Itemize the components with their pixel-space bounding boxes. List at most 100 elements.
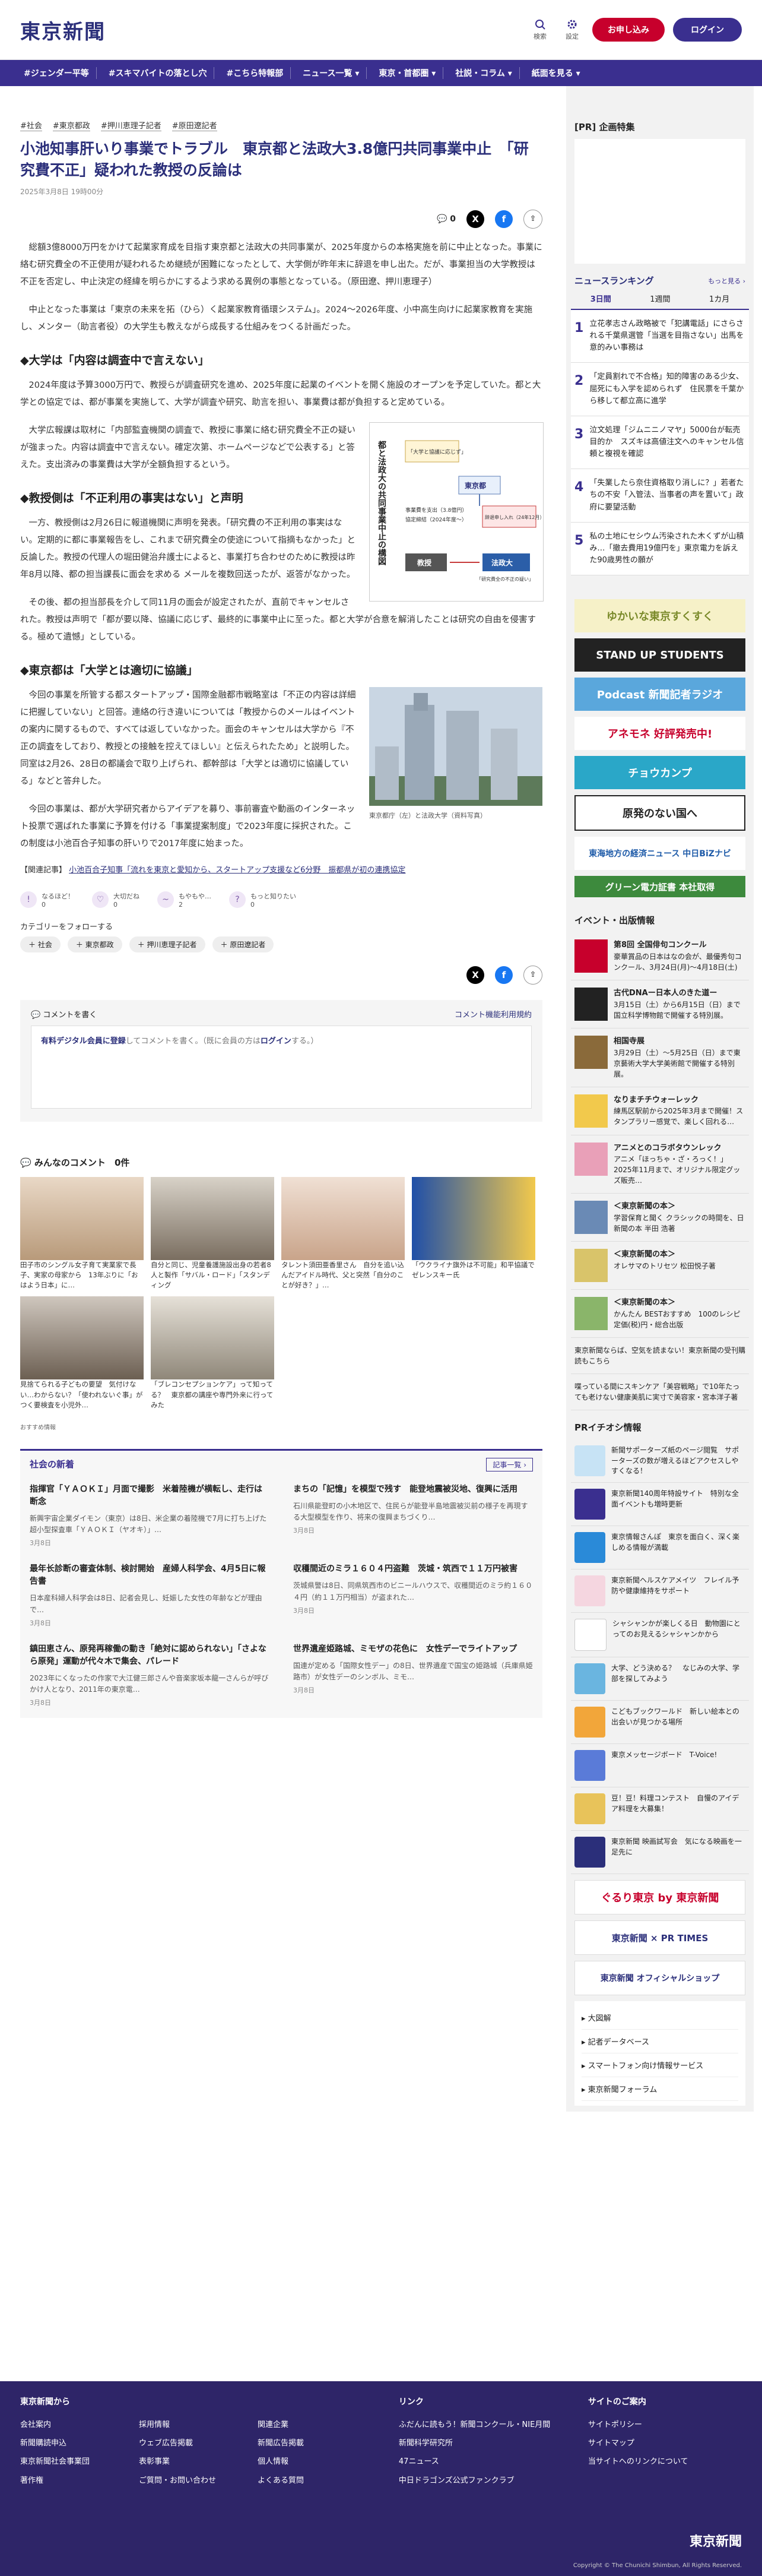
site-logo[interactable]: 東京新聞	[20, 15, 106, 45]
pr-item[interactable]: シャシャンかが楽しくる日 動物園にとってのお見えるシャシャンかから	[571, 1613, 749, 1658]
banner-sukusuku[interactable]: ゆかいな東京すくすく	[574, 599, 745, 633]
follow-chip[interactable]: ＋ 押川恵理子記者	[129, 936, 205, 952]
banner-choukanpu[interactable]: チョウカンプ	[574, 756, 745, 790]
login-button[interactable]: ログイン	[673, 18, 742, 42]
ranking-item[interactable]: 2 「定員割れで不合格」知的障害のある少女、屈死にも入学を認められず 住民票を千葉…	[571, 363, 749, 416]
tag-link[interactable]: #原田遼記者	[172, 119, 217, 131]
pr-item[interactable]: 東京情報さんぽ 東京を面白く、深く楽しめる情報が満載	[571, 1526, 749, 1570]
pr-feature-title[interactable]: [PR] 企画特集	[571, 110, 749, 139]
event-item[interactable]: なりまチチウォーレック 練馬区駅前から2025年3月まで開催！スタンプラリー感覚で…	[571, 1087, 749, 1135]
footer-link[interactable]: 個人情報	[258, 2452, 376, 2471]
ranking-more[interactable]: もっと見る ›	[708, 276, 745, 286]
reaction-button[interactable]: ! なるほど！ 0	[20, 891, 74, 909]
pr-item[interactable]: 東京メッセージボード T-Voice!	[571, 1744, 749, 1788]
pr-item[interactable]: 東京新聞ヘルスケアメイツ フレイル予防や健康維持をサポート	[571, 1569, 749, 1613]
banner-prtimes[interactable]: 東京新聞 × PR TIMES	[574, 1920, 745, 1955]
share-icon[interactable]: ⇪	[523, 209, 542, 229]
banner-gururi[interactable]: ぐるり東京 by 東京新聞	[574, 1880, 745, 1915]
pr-item[interactable]: 新聞サポーターズ紙のページ閲覧 サポーターズの数が増えるほどアクセスしやすくなる…	[571, 1439, 749, 1483]
tag-link[interactable]: #東京都政	[52, 119, 90, 131]
login-link[interactable]: ログイン	[261, 1037, 291, 1046]
event-item[interactable]: 相国寺展 3月29日（土）〜5月25日（日）まで東京藝術大学大学美術館で開催する特…	[571, 1028, 749, 1087]
comment-textarea[interactable]: 有料デジタル会員に登録してコメントを書く。（既に会員の方はログインする。）	[31, 1025, 532, 1109]
reaction-button[interactable]: ~ もやもや… 2	[157, 891, 211, 909]
signup-button[interactable]: お申し込み	[592, 18, 665, 42]
footer-link[interactable]: 採用情報	[139, 2416, 258, 2434]
news-item[interactable]: 指揮官「ＹＡＯＫＩ」月面で撮影 米着陸機が横転し、走行は断念 新興宇宙企業ダイモン…	[30, 1483, 269, 1548]
pr-item[interactable]: 豆！豆！料理コンテスト 自慢のアイデア料理を大募集！	[571, 1787, 749, 1831]
footer-link[interactable]: サイトマップ	[588, 2434, 742, 2452]
banner-anemone[interactable]: アネモネ 好評発売中!	[574, 717, 745, 751]
x-share-icon[interactable]: X	[466, 966, 484, 984]
x-share-icon[interactable]: X	[466, 210, 484, 228]
sidebar-link[interactable]: ▸ 東京新聞フォーラム	[582, 2077, 738, 2102]
footer-link[interactable]: 会社案内	[20, 2416, 139, 2434]
news-item[interactable]: 鎮田恵さん、原発再稼働の動き「絶対に認められない」「さよなら原発」運動が代々木で…	[30, 1643, 269, 1707]
follow-chip[interactable]: ＋ 社会	[20, 936, 61, 952]
ranking-tab[interactable]: 1週間	[650, 293, 670, 304]
footer-link[interactable]: 表彰事業	[139, 2452, 258, 2471]
pr-item[interactable]: 東京新聞140周年特設サイト 特別な全面イベントも増時更新	[571, 1483, 749, 1527]
footer-link[interactable]: 東京新聞社会事業団	[20, 2452, 139, 2471]
reaction-button[interactable]: ♡ 大切だね 0	[92, 891, 139, 909]
footer-link[interactable]: 新聞購読申込	[20, 2434, 139, 2452]
footer-link[interactable]: ご質問・お問い合わせ	[139, 2471, 258, 2490]
sidebar-link[interactable]: ▸ 記者データベース	[582, 2030, 738, 2054]
footer-link[interactable]: 著作権	[20, 2471, 139, 2490]
settings-button[interactable]: 設定	[560, 19, 584, 41]
nav-item[interactable]: #ジェンダー平等	[17, 67, 97, 79]
footer-link[interactable]: 新聞広告掲載	[258, 2434, 376, 2452]
photo-figure[interactable]: 東京都庁（左）と法政大学（資料写真）	[369, 686, 542, 820]
footer-logo[interactable]: 東京新聞	[690, 2531, 742, 2550]
banner-podcast[interactable]: Podcast 新聞記者ラジオ	[574, 678, 745, 711]
comment-count[interactable]: 💬 0	[437, 214, 456, 224]
pr-item[interactable]: こどもブックワールド 新しい絵本との出会いが見つかる場所	[571, 1701, 749, 1745]
news-item[interactable]: 最年长診断の審査体制、検討開始 産婦人科学会、4月5日に報告書 日本産科婦人科学会…	[30, 1563, 269, 1627]
banner-genpatsu[interactable]: 原発のない国へ	[574, 795, 745, 831]
reaction-button[interactable]: ? もっと知りたい 0	[229, 891, 296, 909]
nav-item[interactable]: #こちら特報部	[219, 67, 291, 79]
related-link[interactable]: 小池百合子知事「流れを東京と愛知から、スタートアップ支援など6分野 振都県が初の…	[69, 866, 405, 875]
footer-link[interactable]: ふだんに読もう！新聞コンクール・NIE月間	[399, 2416, 588, 2434]
nav-item[interactable]: 東京・首都圏 ▾	[372, 67, 444, 79]
news-item[interactable]: 世界遺産姫路城、ミモザの花色に 女性デーでライトアップ 国連が定める「国際女性デー…	[293, 1643, 533, 1707]
ranking-item[interactable]: 4 「失業したら奈住資格取り消しに？」若者たちの不安「入管法、当事者の声を置いて」…	[571, 469, 749, 523]
follow-chip[interactable]: ＋ 東京都政	[67, 936, 122, 952]
pr-item[interactable]: 東京新聞 映画試写会 気になる映画を一足先に	[571, 1831, 749, 1875]
nav-item[interactable]: 社説・コラム ▾	[448, 67, 520, 79]
footer-link[interactable]: よくある質問	[258, 2471, 376, 2490]
banner-bizunavi[interactable]: 東海地方の経済ニュース 中日BiZナビ	[574, 837, 745, 871]
ranking-item[interactable]: 5 私の土地にセシウム汚染された木くずが山積み…「撤去費用19億円を」東京電力を訴…	[571, 522, 749, 576]
facebook-share-icon[interactable]: f	[495, 210, 513, 228]
event-item[interactable]: 第8回 全国俳句コンクール 豪華賞品の日本はなの会が、最優秀句コンクール、3月24…	[571, 932, 749, 981]
search-button[interactable]: 検索	[528, 19, 552, 41]
recommend-card[interactable]: 「ウクライナ旗外は不可能」和平協議でゼレンスキー氏	[412, 1176, 535, 1291]
footer-link[interactable]: 当サイトへのリンクについて	[588, 2452, 742, 2471]
recommend-card[interactable]: 見捨てられる子どもの要望 気付けない…わからない？「使われないぐ事」がつく要検査…	[20, 1296, 144, 1410]
news-item[interactable]: まちの「記憶」を模型で残す 能登地震被災地、復興に活用 石川県能登町の小木地区で、…	[293, 1483, 533, 1548]
footer-link[interactable]: 新聞科学研究所	[399, 2434, 588, 2452]
event-item[interactable]: ＜東京新聞の本＞ オレサマのトリセツ 松田悦子著	[571, 1242, 749, 1290]
sidebar-link[interactable]: ▸ スマートフォン向け情報サービス	[582, 2053, 738, 2078]
banner-green[interactable]: グリーン電力証書 本社取得	[574, 876, 745, 898]
footer-link[interactable]: 中日ドラゴンズ公式ファンクラブ	[399, 2471, 588, 2490]
nav-item[interactable]: #スキマバイトの落とし穴	[101, 67, 215, 79]
nav-item[interactable]: ニュース一覧 ▾	[296, 67, 367, 79]
nav-item[interactable]: 紙面を見る ▾	[525, 67, 588, 79]
tag-link[interactable]: #社会	[20, 119, 42, 131]
event-item[interactable]: ＜東京新聞の本＞ かんたん BESTおすすめ 100のレシピ 定価(税)円・総合出…	[571, 1290, 749, 1338]
ranking-tab[interactable]: 3日間	[590, 293, 611, 304]
promo-item[interactable]: 喋っている間にスキンケア「美容戦略」で10年たっても老けない健康美肌に実寸で美容…	[571, 1374, 749, 1411]
diagram-figure[interactable]: 都と法政大の共同事業中止の構図 「大学と協議に応じず」 東京都 事業費を支出（3…	[369, 422, 544, 604]
pr-item[interactable]: 大学、どう決める？ なじみの大学、学部を探してみよう	[571, 1657, 749, 1701]
tag-link[interactable]: #押川恵理子記者	[100, 119, 161, 131]
register-link[interactable]: 有料デジタル会員に登録	[41, 1037, 126, 1046]
share-icon[interactable]: ⇪	[523, 965, 542, 985]
ranking-tab[interactable]: 1カ月	[709, 293, 729, 304]
news-item[interactable]: 収穫間近のミラ１６０４円盗難 茨城・筑西で１１万円被害 茨城県警は8日、同県筑西市…	[293, 1563, 533, 1627]
banner-standup[interactable]: STAND UP STUDENTS	[574, 638, 745, 672]
recommend-card[interactable]: タレント須田亜香里さん 自分を追い込んだアイドル時代、父と突然「自分のことが好き…	[281, 1176, 405, 1291]
sidebar-link[interactable]: ▸ 大図解	[582, 2006, 738, 2030]
footer-link[interactable]: 47ニュース	[399, 2452, 588, 2471]
comment-terms-link[interactable]: コメント機能利用規約	[455, 1008, 532, 1020]
